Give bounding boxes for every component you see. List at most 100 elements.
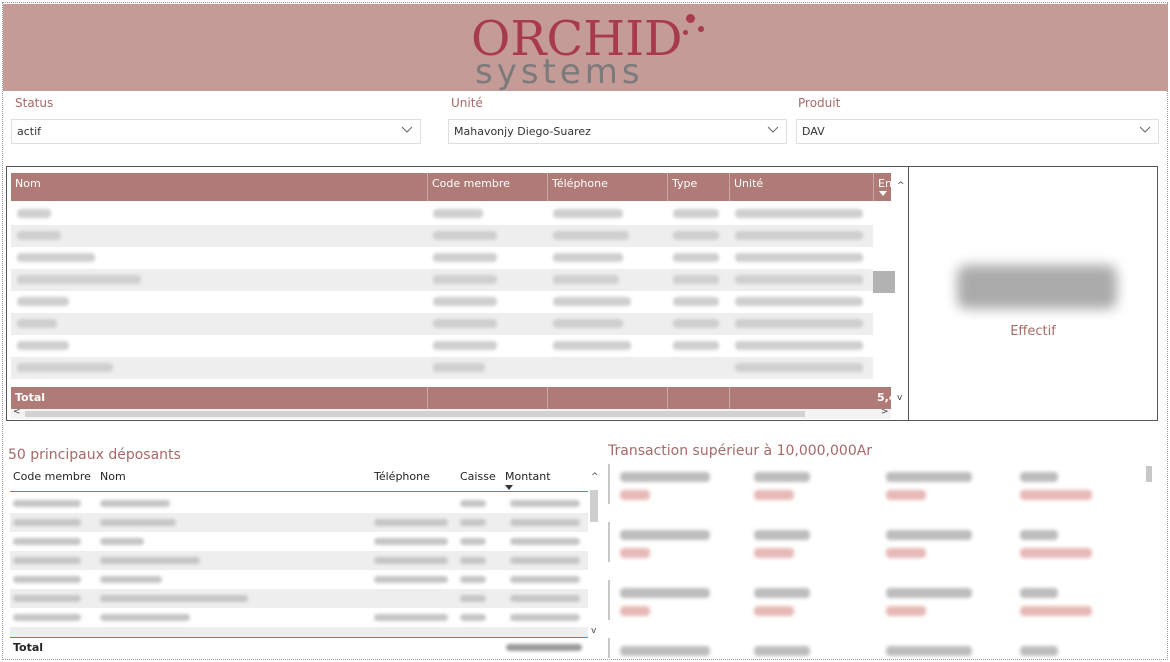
total-label: Total	[15, 391, 46, 404]
transaction-card[interactable]	[608, 578, 1156, 628]
status-dropdown-value: actif	[17, 125, 42, 138]
table-row[interactable]	[10, 608, 588, 627]
redacted-cell	[13, 538, 81, 545]
redacted-cell	[374, 519, 448, 526]
status-dropdown[interactable]: actif	[11, 119, 421, 144]
redacted-cell	[553, 253, 623, 262]
table-row[interactable]	[10, 627, 588, 637]
scroll-thumb[interactable]	[873, 271, 895, 293]
unite-slicer-label: Unité	[451, 96, 483, 110]
scroll-up-icon[interactable]: ^	[897, 181, 905, 191]
table-row[interactable]	[10, 589, 588, 608]
table-row[interactable]	[11, 357, 873, 379]
unite-dropdown[interactable]: Mahavonjy Diego-Suarez	[448, 119, 787, 144]
redacted-cell	[553, 341, 631, 350]
col-caisse[interactable]: Caisse	[460, 470, 496, 483]
redacted-cell	[13, 595, 81, 602]
col-montant[interactable]: Montant	[505, 470, 551, 483]
redacted-cell	[886, 606, 926, 616]
redacted-cell	[754, 490, 794, 500]
table-row[interactable]	[10, 513, 588, 532]
col-telephone[interactable]: Téléphone	[547, 173, 667, 201]
redacted-cell	[17, 363, 113, 372]
table-row[interactable]	[10, 494, 588, 513]
redacted-cell	[620, 490, 650, 500]
scroll-thumb[interactable]	[590, 490, 598, 522]
top-depositors-vscroll[interactable]: ^ v	[588, 472, 602, 642]
redacted-cell	[433, 253, 497, 262]
table-row[interactable]	[11, 335, 873, 357]
redacted-cell	[374, 557, 448, 564]
col-encours[interactable]: Enc	[873, 173, 891, 201]
table-row[interactable]	[11, 247, 873, 269]
produit-dropdown[interactable]: DAV	[796, 119, 1159, 144]
members-table-vscroll[interactable]	[873, 201, 895, 387]
col-unite[interactable]: Unité	[729, 173, 873, 201]
table-row[interactable]	[10, 532, 588, 551]
scroll-left-icon[interactable]: <	[13, 407, 21, 417]
col-code-membre[interactable]: Code membre	[13, 470, 91, 483]
redacted-cell	[553, 209, 623, 218]
redacted-cell	[620, 646, 710, 656]
redacted-cell	[460, 557, 486, 564]
redacted-cell	[754, 588, 810, 598]
table-row[interactable]	[11, 225, 873, 247]
redacted-cell	[754, 606, 794, 616]
transaction-card[interactable]	[608, 520, 1156, 570]
scroll-up-icon[interactable]: ^	[591, 472, 599, 482]
logo-wordmark-bottom: systems	[475, 52, 644, 92]
header-underline	[10, 491, 588, 492]
redacted-cell	[673, 275, 719, 284]
redacted-cell	[735, 209, 863, 218]
redacted-cell	[460, 500, 486, 507]
transactions-scroll-thumb[interactable]	[1146, 466, 1152, 482]
transaction-card[interactable]	[608, 636, 1156, 658]
redacted-cell	[735, 253, 863, 262]
redacted-cell	[620, 472, 710, 482]
scroll-down-icon[interactable]: v	[591, 626, 596, 636]
col-code-membre[interactable]: Code membre	[427, 173, 547, 201]
redacted-cell	[754, 548, 794, 558]
produit-slicer-label: Produit	[798, 96, 841, 110]
table-row[interactable]	[11, 313, 873, 335]
scroll-right-icon[interactable]: >	[881, 407, 889, 417]
redacted-cell	[1020, 588, 1058, 598]
redacted-cell	[100, 614, 190, 621]
redacted-cell	[433, 209, 483, 218]
members-table-hscroll[interactable]: < >	[11, 407, 891, 419]
redacted-cell	[510, 595, 580, 602]
table-row[interactable]	[10, 570, 588, 589]
col-encours-label: Enc	[878, 177, 891, 190]
redacted-cell	[100, 576, 162, 583]
transactions-title: Transaction supérieur à 10,000,000Ar	[608, 443, 873, 459]
scroll-thumb[interactable]	[25, 411, 805, 417]
table-row[interactable]	[11, 269, 873, 291]
table-row[interactable]	[11, 291, 873, 313]
redacted-cell	[886, 472, 972, 482]
redacted-cell	[735, 275, 863, 284]
redacted-cell	[620, 548, 650, 558]
col-nom[interactable]: Nom	[11, 173, 427, 201]
redacted-cell	[374, 538, 448, 545]
redacted-cell	[886, 548, 926, 558]
table-row[interactable]	[11, 203, 873, 225]
total-encours-value: 5,4	[877, 391, 891, 404]
logo-dot	[686, 14, 695, 23]
col-telephone[interactable]: Téléphone	[374, 470, 430, 483]
redacted-cell	[735, 363, 863, 372]
redacted-cell	[374, 614, 448, 621]
chevron-down-icon	[401, 126, 413, 133]
scroll-down-icon[interactable]: v	[897, 393, 902, 403]
chevron-down-icon	[1139, 126, 1151, 133]
col-type[interactable]: Type	[667, 173, 729, 201]
transaction-card[interactable]	[608, 462, 1156, 512]
redacted-cell	[673, 209, 719, 218]
col-nom[interactable]: Nom	[100, 470, 126, 483]
redacted-cell	[1020, 472, 1058, 482]
redacted-cell	[433, 231, 497, 240]
logo-dot	[683, 30, 688, 35]
table-row[interactable]	[10, 551, 588, 570]
redacted-cell	[506, 644, 582, 651]
effectif-kpi-card: Effectif	[908, 166, 1158, 421]
redacted-cell	[100, 557, 200, 564]
